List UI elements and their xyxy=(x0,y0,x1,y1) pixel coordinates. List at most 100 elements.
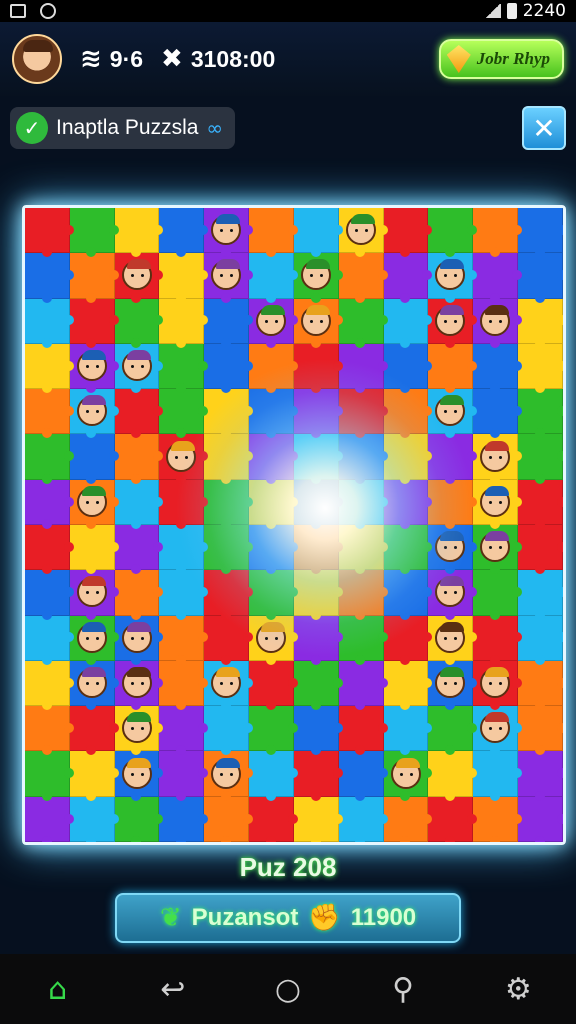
puzzle-piece[interactable] xyxy=(518,660,563,711)
puzzle-piece[interactable] xyxy=(473,434,522,485)
puzzle-piece[interactable] xyxy=(293,434,343,485)
puzzle-piece[interactable] xyxy=(204,343,253,394)
puzzle-piece[interactable] xyxy=(338,524,388,575)
home-icon[interactable]: ⌂ xyxy=(36,967,80,1011)
puzzle-piece[interactable] xyxy=(383,434,433,485)
puzzle-piece[interactable] xyxy=(383,615,433,666)
puzzle-piece[interactable] xyxy=(25,751,74,802)
puzzle-piece[interactable] xyxy=(159,389,209,439)
puzzle-piece[interactable] xyxy=(25,298,74,349)
puzzle-piece[interactable] xyxy=(25,796,74,842)
puzzle-piece[interactable] xyxy=(114,751,164,802)
puzzle-piece[interactable] xyxy=(428,751,478,802)
puzzle-board[interactable] xyxy=(22,205,566,845)
puzzle-piece[interactable] xyxy=(25,660,74,711)
puzzle-piece[interactable] xyxy=(69,389,119,439)
gear-icon[interactable]: ⚙ xyxy=(496,967,540,1011)
puzzle-piece[interactable] xyxy=(338,298,388,349)
puzzle-piece[interactable] xyxy=(25,570,74,620)
puzzle-piece[interactable] xyxy=(293,796,343,842)
puzzle-piece[interactable] xyxy=(383,796,433,842)
puzzle-piece[interactable] xyxy=(383,479,433,530)
puzzle-piece[interactable] xyxy=(518,524,563,575)
puzzle-piece[interactable] xyxy=(114,389,164,439)
puzzle-piece[interactable] xyxy=(428,524,478,575)
puzzle-piece[interactable] xyxy=(249,751,298,802)
puzzle-piece[interactable] xyxy=(473,253,522,303)
puzzle-piece[interactable] xyxy=(383,343,433,394)
puzzle-piece[interactable] xyxy=(159,524,209,575)
puzzle-piece[interactable] xyxy=(293,253,343,303)
puzzle-piece[interactable] xyxy=(114,208,164,258)
puzzle-piece[interactable] xyxy=(114,796,164,842)
puzzle-piece[interactable] xyxy=(428,434,478,485)
puzzle-piece[interactable] xyxy=(69,570,119,620)
puzzle-piece[interactable] xyxy=(383,524,433,575)
puzzle-piece[interactable] xyxy=(293,660,343,711)
puzzle-piece[interactable] xyxy=(204,660,253,711)
puzzle-piece[interactable] xyxy=(69,751,119,802)
puzzle-piece[interactable] xyxy=(428,796,478,842)
puzzle-piece[interactable] xyxy=(69,524,119,575)
puzzle-piece[interactable] xyxy=(69,434,119,485)
puzzle-piece[interactable] xyxy=(383,208,433,258)
puzzle-piece[interactable] xyxy=(159,479,209,530)
puzzle-title-pill[interactable]: ✓ Inaptla Puzzsla ∞ xyxy=(10,107,236,149)
puzzle-piece[interactable] xyxy=(293,706,343,756)
puzzle-piece[interactable] xyxy=(204,434,253,485)
puzzle-piece[interactable] xyxy=(114,570,164,620)
puzzle-piece[interactable] xyxy=(473,615,522,666)
puzzle-piece[interactable] xyxy=(518,434,563,485)
puzzle-piece[interactable] xyxy=(204,298,253,349)
puzzle-piece[interactable] xyxy=(249,389,298,439)
puzzle-piece[interactable] xyxy=(114,343,164,394)
puzzle-piece[interactable] xyxy=(473,343,522,394)
puzzle-piece[interactable] xyxy=(518,751,563,802)
puzzle-piece[interactable] xyxy=(249,570,298,620)
puzzle-piece[interactable] xyxy=(159,796,209,842)
puzzle-piece[interactable] xyxy=(204,751,253,802)
puzzle-piece[interactable] xyxy=(428,479,478,530)
puzzle-piece[interactable] xyxy=(249,524,298,575)
puzzle-piece[interactable] xyxy=(114,615,164,666)
avatar[interactable] xyxy=(12,34,62,84)
puzzle-piece[interactable] xyxy=(383,298,433,349)
puzzle-piece[interactable] xyxy=(159,208,209,258)
puzzle-piece[interactable] xyxy=(473,389,522,439)
puzzle-piece[interactable] xyxy=(338,796,388,842)
puzzle-piece[interactable] xyxy=(293,524,343,575)
puzzle-piece[interactable] xyxy=(204,479,253,530)
puzzle-piece[interactable] xyxy=(428,570,478,620)
puzzle-piece[interactable] xyxy=(114,524,164,575)
puzzle-piece[interactable] xyxy=(69,615,119,666)
puzzle-piece[interactable] xyxy=(25,524,74,575)
puzzle-piece[interactable] xyxy=(159,343,209,394)
puzzle-piece[interactable] xyxy=(518,343,563,394)
puzzle-piece[interactable] xyxy=(473,208,522,258)
puzzle-piece[interactable] xyxy=(473,298,522,349)
puzzle-piece[interactable] xyxy=(338,706,388,756)
puzzle-piece[interactable] xyxy=(249,796,298,842)
puzzle-piece[interactable] xyxy=(204,615,253,666)
puzzle-piece[interactable] xyxy=(204,570,253,620)
puzzle-piece[interactable] xyxy=(249,660,298,711)
puzzle-piece[interactable] xyxy=(249,253,298,303)
puzzle-piece[interactable] xyxy=(518,298,563,349)
puzzle-piece[interactable] xyxy=(249,298,298,349)
puzzle-piece[interactable] xyxy=(383,253,433,303)
puzzle-piece[interactable] xyxy=(249,615,298,666)
progress-button[interactable]: ❦ Puzansot ✊ 11900 xyxy=(115,893,461,943)
puzzle-piece[interactable] xyxy=(114,706,164,756)
puzzle-piece[interactable] xyxy=(25,343,74,394)
puzzle-piece[interactable] xyxy=(204,389,253,439)
puzzle-piece[interactable] xyxy=(204,796,253,842)
puzzle-piece[interactable] xyxy=(204,253,253,303)
puzzle-piece[interactable] xyxy=(159,298,209,349)
puzzle-piece[interactable] xyxy=(204,208,253,258)
puzzle-piece[interactable] xyxy=(69,298,119,349)
puzzle-piece[interactable] xyxy=(518,615,563,666)
puzzle-piece[interactable] xyxy=(473,479,522,530)
puzzle-piece[interactable] xyxy=(25,615,74,666)
puzzle-piece[interactable] xyxy=(518,253,563,303)
puzzle-piece[interactable] xyxy=(69,660,119,711)
